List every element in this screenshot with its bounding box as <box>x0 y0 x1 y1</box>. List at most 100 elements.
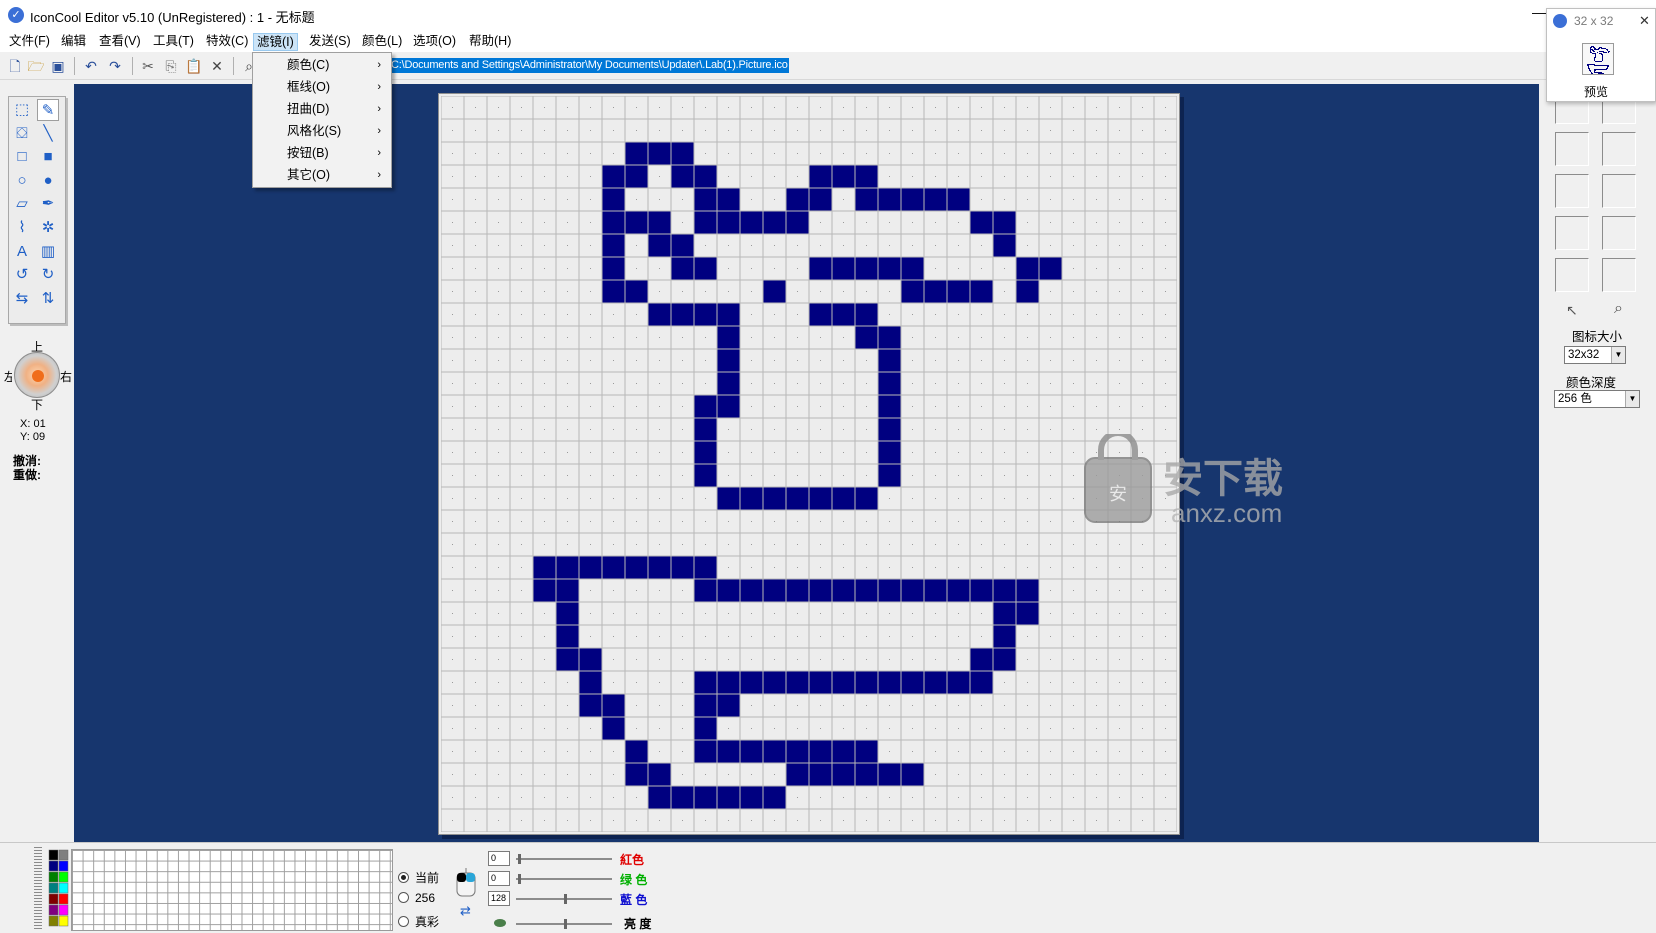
pixel[interactable] <box>832 165 855 188</box>
filter-other-item[interactable]: 其它(O) › <box>253 165 391 187</box>
pixel[interactable] <box>671 303 694 326</box>
pixel[interactable] <box>878 441 901 464</box>
pixel[interactable] <box>602 188 625 211</box>
icon-canvas[interactable]: 安 安下载 anxz.com <box>438 93 1283 835</box>
pixel[interactable] <box>832 740 855 763</box>
pixel[interactable] <box>694 579 717 602</box>
pixel[interactable] <box>993 234 1016 257</box>
pixel[interactable] <box>740 487 763 510</box>
save-icon[interactable]: ▣ <box>49 57 67 75</box>
pixel[interactable] <box>855 188 878 211</box>
pixel[interactable] <box>556 556 579 579</box>
pixel[interactable] <box>809 579 832 602</box>
pixel[interactable] <box>763 740 786 763</box>
pixel[interactable] <box>694 671 717 694</box>
pixel[interactable] <box>786 211 809 234</box>
filter-button-item[interactable]: 按钮(B) › <box>253 143 391 165</box>
pixel[interactable] <box>717 487 740 510</box>
pixel[interactable] <box>786 671 809 694</box>
pixel[interactable] <box>901 763 924 786</box>
pixel[interactable] <box>809 763 832 786</box>
spray-icon[interactable]: ✲ <box>37 217 59 239</box>
color-swatch[interactable] <box>58 882 69 894</box>
color-swatch[interactable] <box>48 904 59 916</box>
pixel[interactable] <box>671 556 694 579</box>
pixel[interactable] <box>901 188 924 211</box>
pixel[interactable] <box>648 763 671 786</box>
minimize-button[interactable]: — <box>1532 4 1546 20</box>
pixel[interactable] <box>947 579 970 602</box>
color-swatch-grid[interactable] <box>48 849 70 929</box>
pixel[interactable] <box>671 142 694 165</box>
color-swatch[interactable] <box>58 904 69 916</box>
green-value[interactable]: 0 <box>488 871 510 886</box>
icon-slot[interactable] <box>1555 132 1589 166</box>
icon-slot[interactable] <box>1555 216 1589 250</box>
pixel[interactable] <box>717 211 740 234</box>
pixel[interactable] <box>970 280 993 303</box>
paste-icon[interactable]: 📋 <box>185 57 203 75</box>
pixel[interactable] <box>717 326 740 349</box>
pixel[interactable] <box>809 671 832 694</box>
pixel[interactable] <box>602 280 625 303</box>
pixel[interactable] <box>993 648 1016 671</box>
pixel[interactable] <box>694 418 717 441</box>
pixel[interactable] <box>924 579 947 602</box>
pixel[interactable] <box>648 303 671 326</box>
pixel[interactable] <box>602 257 625 280</box>
pixel[interactable] <box>993 625 1016 648</box>
pixel[interactable] <box>671 257 694 280</box>
icon-slot[interactable] <box>1602 132 1636 166</box>
pixel[interactable] <box>579 556 602 579</box>
pixel[interactable] <box>625 211 648 234</box>
pixel[interactable] <box>533 579 556 602</box>
pixel[interactable] <box>878 395 901 418</box>
custom-color-grid[interactable] <box>71 849 393 931</box>
pixel[interactable] <box>970 211 993 234</box>
pixel[interactable] <box>648 556 671 579</box>
pixel[interactable] <box>717 188 740 211</box>
pixel[interactable] <box>740 579 763 602</box>
pixel[interactable] <box>855 671 878 694</box>
pixel[interactable] <box>602 165 625 188</box>
filter-color-item[interactable]: 颜色(C) › <box>253 55 391 77</box>
pixel[interactable] <box>993 602 1016 625</box>
flip-vertical-icon[interactable]: ⇅ <box>37 288 59 310</box>
pixel[interactable] <box>809 188 832 211</box>
brush-icon[interactable]: ⌇ <box>11 217 33 239</box>
pixel[interactable] <box>556 602 579 625</box>
pixel[interactable] <box>763 786 786 809</box>
pixel[interactable] <box>970 648 993 671</box>
pixel[interactable] <box>602 717 625 740</box>
nav-left-label[interactable]: 左 <box>4 368 12 385</box>
pixel[interactable] <box>878 257 901 280</box>
open-icon[interactable]: 🗁 <box>27 57 45 75</box>
pixel[interactable] <box>901 671 924 694</box>
icon-slot[interactable] <box>1555 258 1589 292</box>
pixel[interactable] <box>809 740 832 763</box>
line-icon[interactable]: ╲ <box>37 123 59 145</box>
pixel[interactable] <box>993 211 1016 234</box>
mode-256-option[interactable]: 256 <box>398 891 435 905</box>
color-swatch[interactable] <box>48 871 59 883</box>
pixel[interactable] <box>924 280 947 303</box>
close-icon[interactable]: ✕ <box>1639 13 1650 29</box>
pixel[interactable] <box>786 579 809 602</box>
pixel[interactable] <box>855 326 878 349</box>
pixel[interactable] <box>855 740 878 763</box>
pixel[interactable] <box>579 694 602 717</box>
pixel-grid[interactable] <box>441 96 1177 832</box>
pixel[interactable] <box>855 303 878 326</box>
pixel[interactable] <box>556 579 579 602</box>
panel-grip[interactable] <box>34 847 42 931</box>
green-slider-thumb[interactable] <box>517 874 521 884</box>
color-swatch[interactable] <box>48 860 59 872</box>
pixel[interactable] <box>556 648 579 671</box>
menu-help[interactable]: 帮助(H) <box>466 33 514 51</box>
pixel[interactable] <box>740 740 763 763</box>
pixel[interactable] <box>878 763 901 786</box>
mouse-color-icon[interactable] <box>456 867 476 897</box>
pixel[interactable] <box>809 165 832 188</box>
pixel[interactable] <box>648 142 671 165</box>
pixel[interactable] <box>970 671 993 694</box>
